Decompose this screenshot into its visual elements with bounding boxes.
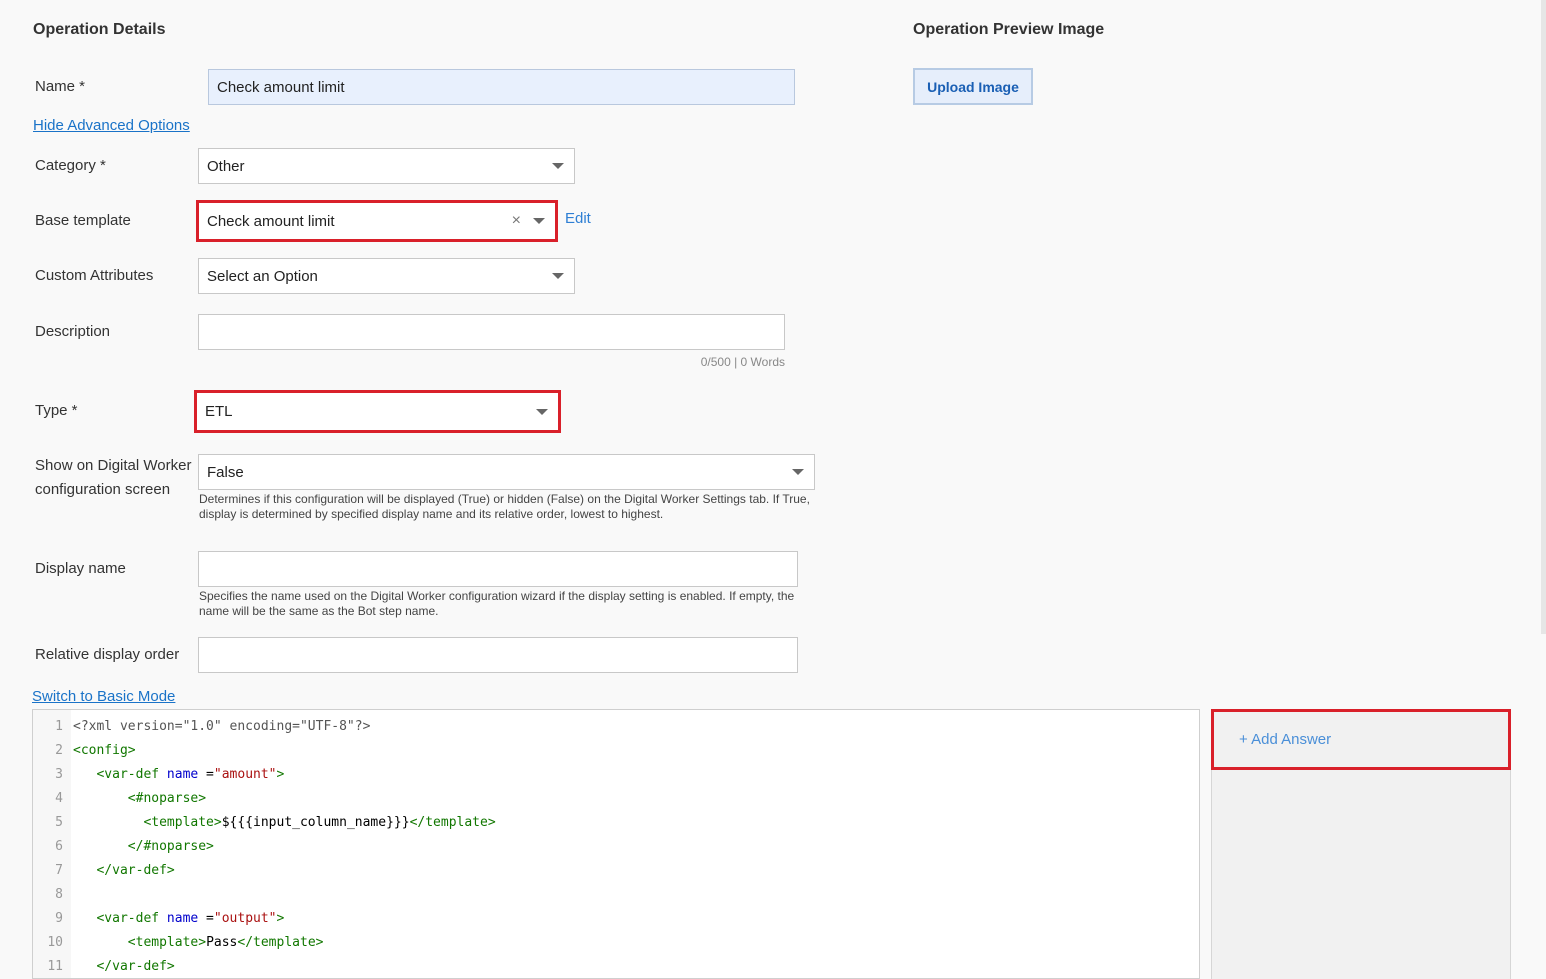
display-name-help: Specifies the name used on the Digital W… bbox=[199, 589, 795, 618]
name-input[interactable]: Check amount limit bbox=[208, 69, 795, 105]
code-token: <var-def bbox=[73, 911, 167, 926]
code-line: 9 <var-def name ="output"> bbox=[33, 907, 1199, 931]
custom-attributes-label: Custom Attributes bbox=[35, 267, 154, 284]
page-scrollbar[interactable] bbox=[1541, 0, 1546, 634]
code-line: 6 </#noparse> bbox=[33, 835, 1199, 859]
code-token: > bbox=[276, 767, 285, 782]
relative-display-order-input[interactable] bbox=[198, 637, 798, 673]
line-number: 4 bbox=[55, 791, 63, 806]
hide-advanced-options-link[interactable]: Hide Advanced Options bbox=[33, 117, 190, 134]
category-label: Category * bbox=[35, 157, 106, 174]
code-text: <var-def name ="amount"> bbox=[73, 763, 284, 787]
line-number: 11 bbox=[47, 959, 63, 974]
code-token: name bbox=[166, 767, 199, 782]
name-label: Name * bbox=[35, 78, 86, 95]
line-number: 3 bbox=[55, 767, 63, 782]
line-number: 8 bbox=[55, 887, 63, 902]
type-label: Type * bbox=[35, 402, 78, 419]
code-token: "amount" bbox=[213, 767, 277, 782]
code-token: </template> bbox=[237, 935, 324, 950]
code-token: </var-def> bbox=[73, 863, 175, 878]
xml-code-editor[interactable]: 1 <?xml version="1.0" encoding="UTF-8"?> 2… bbox=[32, 709, 1200, 979]
chevron-down-icon bbox=[533, 218, 545, 224]
code-line: 10 <template>Pass</template> bbox=[33, 931, 1199, 955]
show-on-digital-worker-label: Show on Digital Worker configuration scr… bbox=[35, 457, 192, 498]
line-number: 5 bbox=[55, 815, 63, 830]
code-token: = bbox=[198, 911, 214, 926]
code-token: <?xml version="1.0" encoding="UTF-8"?> bbox=[73, 719, 371, 734]
code-token: name bbox=[166, 911, 199, 926]
code-token: Pass bbox=[206, 935, 238, 950]
code-line: 11 </var-def> bbox=[33, 955, 1199, 978]
code-text: <config> bbox=[73, 739, 136, 763]
custom-attributes-select[interactable]: Select an Option bbox=[198, 258, 575, 294]
code-line: 7 </var-def> bbox=[33, 859, 1199, 883]
code-text: <template>${{{input_column_name}}}</temp… bbox=[73, 811, 496, 835]
code-line: 8 bbox=[33, 883, 1199, 907]
operation-preview-image-title: Operation Preview Image bbox=[913, 21, 1105, 38]
show-on-digital-worker-help: Determines if this configuration will be… bbox=[199, 492, 810, 521]
category-select-value: Other bbox=[207, 157, 245, 175]
show-on-digital-worker-select-value: False bbox=[207, 463, 244, 481]
code-token: ${{{input_column_name}}} bbox=[221, 815, 410, 830]
category-select[interactable]: Other bbox=[198, 148, 575, 184]
name-input-value: Check amount limit bbox=[217, 78, 345, 96]
base-template-select-value: Check amount limit bbox=[207, 212, 335, 230]
line-number: 9 bbox=[55, 911, 63, 926]
code-token: <config> bbox=[73, 743, 136, 758]
custom-attributes-select-value: Select an Option bbox=[207, 267, 318, 285]
line-number: 1 bbox=[55, 719, 63, 734]
line-number: 10 bbox=[47, 935, 63, 950]
code-text: <?xml version="1.0" encoding="UTF-8"?> bbox=[73, 715, 370, 739]
code-line: 3 <var-def name ="amount"> bbox=[33, 763, 1199, 787]
show-on-digital-worker-select[interactable]: False bbox=[198, 454, 815, 490]
clear-icon[interactable]: × bbox=[512, 213, 521, 229]
code-text: </#noparse> bbox=[73, 835, 214, 859]
code-text: <#noparse> bbox=[73, 787, 206, 811]
code-line: 5 <template>${{{input_column_name}}}</te… bbox=[33, 811, 1199, 835]
code-text: </var-def> bbox=[73, 955, 175, 978]
code-line: 1 <?xml version="1.0" encoding="UTF-8"?> bbox=[33, 715, 1199, 739]
base-template-edit-link[interactable]: Edit bbox=[565, 210, 591, 227]
type-select[interactable]: ETL bbox=[197, 393, 558, 430]
code-token: </var-def> bbox=[73, 959, 175, 974]
type-select-value: ETL bbox=[205, 403, 233, 420]
code-line: 2 <config> bbox=[33, 739, 1199, 763]
code-token: <var-def bbox=[73, 767, 167, 782]
display-name-label: Display name bbox=[35, 560, 126, 577]
description-word-counter: 0/500 | 0 Words bbox=[700, 355, 785, 369]
chevron-down-icon bbox=[536, 408, 548, 415]
chevron-down-icon bbox=[552, 273, 564, 279]
chevron-down-icon bbox=[552, 163, 564, 169]
description-input[interactable] bbox=[198, 314, 785, 350]
base-template-select[interactable]: Check amount limit × bbox=[199, 203, 555, 239]
chevron-down-icon bbox=[792, 469, 804, 475]
code-token: = bbox=[198, 767, 214, 782]
upload-image-button[interactable]: Upload Image bbox=[913, 68, 1033, 105]
code-token: </template> bbox=[409, 815, 496, 830]
display-name-input[interactable] bbox=[198, 551, 798, 587]
code-token: "output" bbox=[213, 911, 277, 926]
code-text: <template>Pass</template> bbox=[73, 931, 324, 955]
line-number: 6 bbox=[55, 839, 63, 854]
operation-details-title: Operation Details bbox=[33, 21, 166, 38]
line-number: 2 bbox=[55, 743, 63, 758]
base-template-label: Base template bbox=[35, 212, 131, 229]
add-answer-button[interactable]: + Add Answer bbox=[1239, 731, 1331, 748]
description-label: Description bbox=[35, 323, 111, 340]
code-token: <template> bbox=[73, 935, 207, 950]
code-token: <template> bbox=[73, 815, 222, 830]
code-token: <#noparse> bbox=[73, 791, 207, 806]
code-token: </#noparse> bbox=[73, 839, 214, 854]
line-number: 7 bbox=[55, 863, 63, 878]
code-token: > bbox=[276, 911, 285, 926]
relative-display-order-label: Relative display order bbox=[35, 646, 180, 663]
switch-to-basic-mode-link[interactable]: Switch to Basic Mode bbox=[32, 688, 175, 705]
code-text: </var-def> bbox=[73, 859, 175, 883]
code-line: 4 <#noparse> bbox=[33, 787, 1199, 811]
code-text: <var-def name ="output"> bbox=[73, 907, 284, 931]
